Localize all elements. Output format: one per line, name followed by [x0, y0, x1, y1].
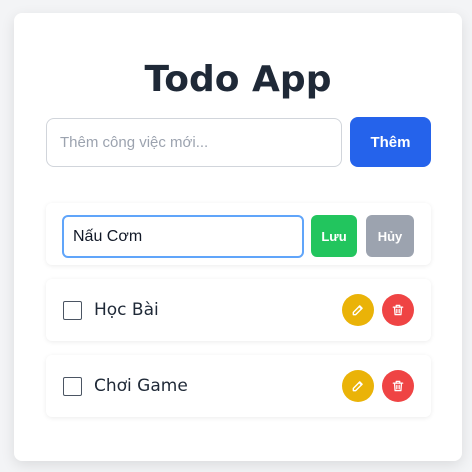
todo-item: Học Bài	[46, 279, 431, 341]
trash-icon	[392, 304, 404, 316]
add-button[interactable]: Thêm	[350, 117, 431, 167]
new-todo-input[interactable]	[46, 118, 342, 167]
app-title: Todo App	[144, 59, 332, 100]
todo-text: Chơi Game	[94, 376, 188, 396]
todo-checkbox[interactable]	[63, 301, 82, 320]
pencil-icon	[352, 381, 363, 392]
delete-button[interactable]	[382, 294, 414, 326]
edit-button[interactable]	[342, 294, 374, 326]
edit-todo-input[interactable]	[62, 215, 304, 258]
save-button[interactable]: Lưu	[311, 215, 357, 257]
todo-checkbox[interactable]	[63, 377, 82, 396]
todo-card: Todo App Thêm Lưu Hủy Học Bài Chơi Game	[14, 13, 462, 461]
cancel-button[interactable]: Hủy	[366, 215, 414, 257]
todo-item-editing: Lưu Hủy	[46, 203, 431, 265]
trash-icon	[392, 380, 404, 392]
edit-button[interactable]	[342, 370, 374, 402]
todo-item: Chơi Game	[46, 355, 431, 417]
pencil-icon	[352, 305, 363, 316]
todo-text: Học Bài	[94, 300, 159, 320]
delete-button[interactable]	[382, 370, 414, 402]
